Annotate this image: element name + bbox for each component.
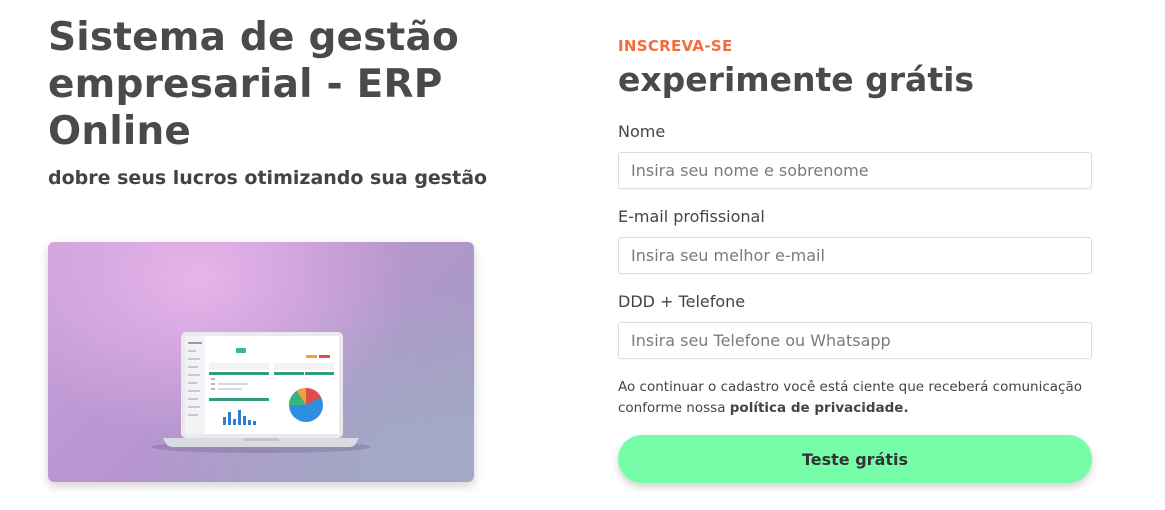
hero-title: Sistema de gestão empresarial - ERP Onli… bbox=[48, 15, 459, 154]
name-input[interactable] bbox=[618, 152, 1092, 189]
phone-label: DDD + Telefone bbox=[618, 292, 746, 311]
name-label: Nome bbox=[618, 122, 666, 141]
signup-page: Sistema de gestão empresarial - ERP Onli… bbox=[0, 0, 1165, 510]
hero-section: Sistema de gestão empresarial - ERP Onli… bbox=[48, 14, 488, 191]
privacy-policy-link[interactable]: política de privacidade. bbox=[730, 400, 909, 416]
hero-image bbox=[48, 242, 474, 482]
phone-input[interactable] bbox=[618, 322, 1092, 359]
laptop-dashboard-illustration bbox=[151, 332, 371, 453]
free-trial-button[interactable]: Teste grátis bbox=[618, 435, 1092, 483]
signup-title: experimente grátis bbox=[618, 60, 975, 99]
email-input[interactable] bbox=[618, 237, 1092, 274]
hero-subtitle: dobre seus lucros otimizando sua gestão bbox=[48, 167, 488, 189]
signup-eyebrow: INSCREVA-SE bbox=[618, 37, 733, 55]
signup-form: INSCREVA-SE experimente grátis Nome E-ma… bbox=[618, 36, 1092, 483]
email-label: E-mail profissional bbox=[618, 207, 765, 226]
consent-text: Ao continuar o cadastro você está ciente… bbox=[618, 377, 1092, 419]
